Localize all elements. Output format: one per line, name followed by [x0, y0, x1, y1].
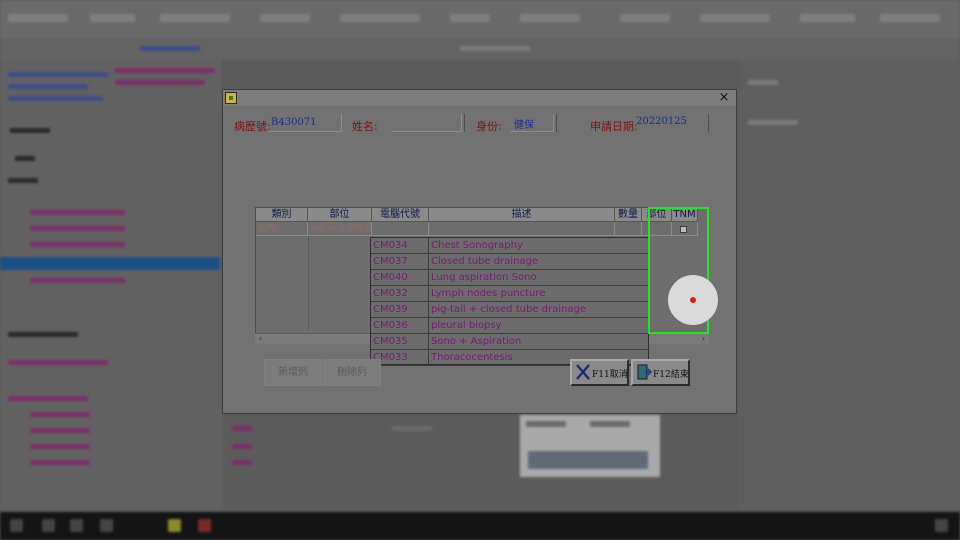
code-dropdown-list: CM034 Chest Sonography CM037 Closed tube dr… [370, 237, 649, 366]
dropdown-item-description: Closed tube drainage [431, 256, 539, 267]
background-menubar [0, 0, 960, 38]
dropdown-item-code: CM037 [373, 256, 408, 267]
dropdown-item-description: Sono + Aspiration [431, 336, 522, 347]
cell-code[interactable] [372, 222, 429, 236]
dropdown-divider [428, 350, 429, 366]
exit-door-icon [637, 364, 652, 380]
scroll-right-icon[interactable]: › [698, 334, 709, 344]
record-number-value: B430071 [271, 117, 317, 128]
finish-button[interactable]: F12結束 [631, 359, 690, 386]
dropdown-item-description: pig-tail + closed tube drainage [431, 304, 586, 315]
name-label: 姓名: [352, 120, 378, 133]
dropdown-divider [428, 270, 429, 286]
background-selected-row [0, 257, 220, 270]
dropdown-item-code: CM035 [373, 336, 408, 347]
cancel-button-label: F11取消 [592, 370, 628, 380]
column-header-quantity[interactable]: 數量 [615, 208, 642, 222]
dropdown-item-description: Lung aspiration Sono [431, 272, 537, 283]
dropdown-item[interactable]: CM037 Closed tube drainage [371, 254, 648, 270]
finish-button-label: F12結束 [653, 370, 689, 380]
background-right-panel [738, 60, 960, 510]
name-field[interactable] [392, 114, 462, 132]
column-header-site[interactable]: 部位 [308, 208, 372, 222]
cancel-button[interactable]: F11取消 [570, 359, 629, 386]
add-row-button[interactable]: 新增列 [264, 359, 322, 386]
dropdown-item[interactable]: CM035 Sono + Aspiration [371, 334, 648, 350]
cursor-dot [690, 297, 696, 303]
cancel-x-icon [576, 364, 590, 380]
dropdown-item-code: CM034 [373, 240, 408, 251]
cell-site[interactable]: 胸腔超音波檢查 [308, 222, 372, 236]
separator [708, 114, 709, 132]
dropdown-item-description: Lymph nodes puncture [431, 288, 546, 299]
dropdown-divider [428, 302, 429, 318]
background-left-panel [0, 60, 222, 510]
separator [464, 114, 465, 132]
application-date-label: 申請日期: [590, 120, 638, 133]
close-button[interactable]: × [717, 90, 731, 105]
dropdown-item[interactable]: CM036 pleural biopsy [371, 318, 648, 334]
record-number-label: 病歷號: [234, 120, 271, 133]
dropdown-item[interactable]: CM032 Lymph nodes puncture [371, 286, 648, 302]
column-header-description[interactable]: 描述 [429, 208, 615, 222]
dropdown-item-code: CM040 [373, 272, 408, 283]
dropdown-item[interactable]: CM034 Chest Sonography [371, 238, 648, 254]
identity-label: 身份: [476, 120, 502, 133]
background-bottom-area [222, 414, 738, 510]
dropdown-divider [428, 318, 429, 334]
dropdown-item-code: CM032 [373, 288, 408, 299]
dropdown-divider [428, 254, 429, 270]
cell-quantity[interactable] [615, 222, 642, 236]
cell-category[interactable]: 胸內 [256, 222, 308, 236]
dropdown-divider [428, 334, 429, 350]
background-info-panel [520, 415, 660, 477]
column-header-code[interactable]: 電腦代號 [372, 208, 429, 222]
dropdown-divider [428, 238, 429, 254]
dialog-titlebar[interactable]: × [223, 90, 736, 106]
column-header-category[interactable]: 類別 [256, 208, 308, 222]
dropdown-item[interactable]: CM040 Lung aspiration Sono [371, 270, 648, 286]
dropdown-item-description: Thoracocentesis [431, 352, 513, 363]
cell-description[interactable] [429, 222, 615, 236]
scroll-left-icon[interactable]: ‹ [255, 334, 266, 344]
separator [556, 114, 557, 132]
app-icon [225, 92, 237, 104]
delete-row-button[interactable]: 刪除列 [323, 359, 381, 386]
dropdown-item-code: CM039 [373, 304, 408, 315]
dropdown-item[interactable]: CM039 pig-tail + closed tube drainage [371, 302, 648, 318]
taskbar [0, 512, 960, 540]
dropdown-item-description: pleural biopsy [431, 320, 502, 331]
dropdown-divider [428, 286, 429, 302]
dropdown-item-description: Chest Sonography [431, 240, 523, 251]
identity-value: 健保 [514, 120, 534, 131]
application-date-value: 20220125 [636, 116, 687, 127]
background-toolbar [0, 38, 960, 61]
dropdown-item-code: CM036 [373, 320, 408, 331]
